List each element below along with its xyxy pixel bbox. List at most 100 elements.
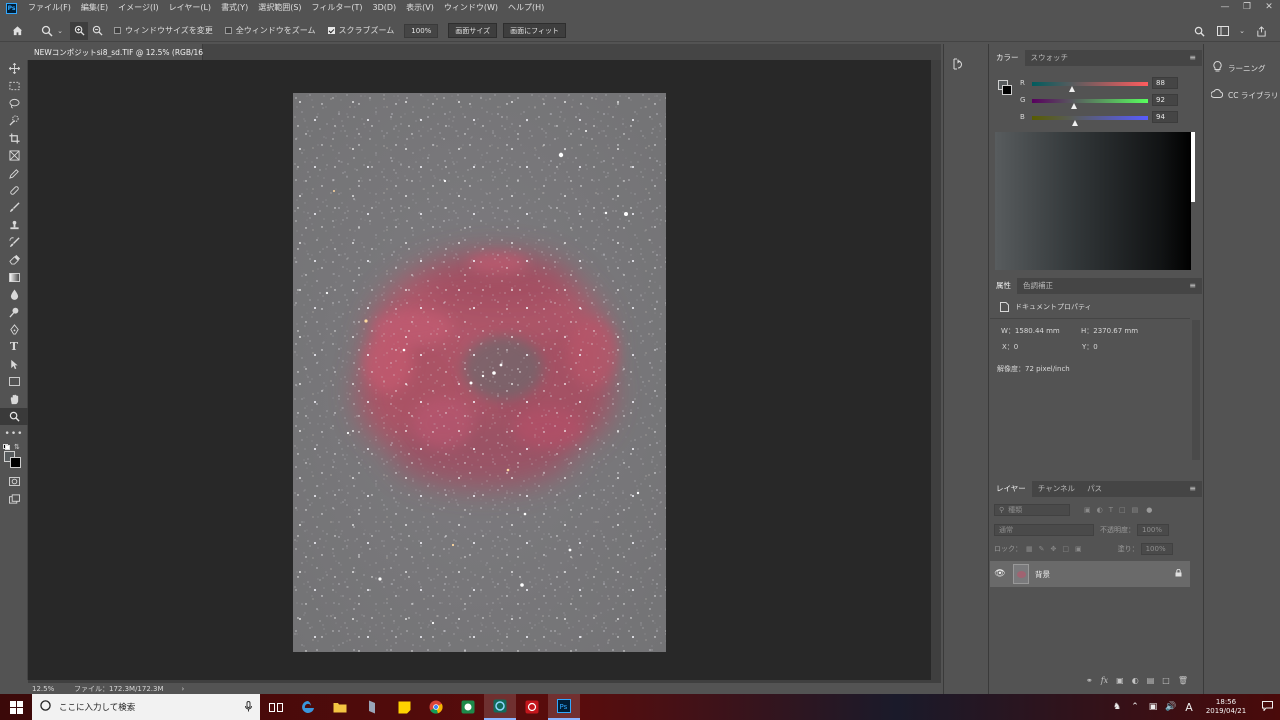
- properties-scrollbar[interactable]: [1192, 320, 1200, 460]
- scrubby-zoom-checkbox[interactable]: スクラブズーム: [327, 25, 394, 36]
- status-menu-arrow-icon[interactable]: ›: [182, 685, 185, 693]
- menu-type[interactable]: 書式(Y): [216, 0, 253, 16]
- fit-canvas-button[interactable]: 画面サイズ: [448, 23, 498, 38]
- learn-button[interactable]: ラーニング: [1210, 60, 1266, 75]
- crop-tool-icon[interactable]: [0, 130, 28, 147]
- fill-field[interactable]: 100%: [1140, 543, 1173, 555]
- zoom-tool-icon[interactable]: [0, 407, 28, 426]
- edge-browser-icon[interactable]: [292, 694, 324, 720]
- file-explorer-icon[interactable]: [324, 694, 356, 720]
- color-panel-background-swatch[interactable]: [1002, 85, 1012, 95]
- notification-icon[interactable]: [1254, 700, 1280, 714]
- people-icon[interactable]: ♞: [1108, 702, 1126, 712]
- type-tool-icon[interactable]: T: [0, 338, 28, 355]
- dodge-tool-icon[interactable]: [0, 303, 28, 320]
- volume-icon[interactable]: 🔊: [1162, 702, 1180, 712]
- zoom-percent-field[interactable]: 100%: [404, 23, 439, 38]
- blue-slider-track[interactable]: [1032, 116, 1148, 120]
- properties-menu-icon[interactable]: ≡: [1189, 281, 1196, 290]
- layer-row-background[interactable]: 👁 背景: [990, 561, 1190, 587]
- menu-layer[interactable]: レイヤー(L): [164, 0, 216, 16]
- red-slider-thumb[interactable]: [1069, 86, 1076, 92]
- chevron-down-icon[interactable]: ⌄: [56, 22, 64, 40]
- search-icon[interactable]: [1190, 22, 1208, 40]
- scrubby-zoom-box[interactable]: [327, 27, 335, 34]
- more-tools-icon[interactable]: •••: [0, 425, 28, 442]
- brush-tool-icon[interactable]: [0, 199, 28, 216]
- menu-edit[interactable]: 編集(E): [76, 0, 113, 16]
- layer-style-icon[interactable]: fx: [1101, 676, 1108, 688]
- green-app-icon[interactable]: [452, 694, 484, 720]
- filter-toggle-icon[interactable]: ●: [1146, 506, 1152, 514]
- tray-chevron-icon[interactable]: ⌃: [1126, 702, 1144, 712]
- lock-icons[interactable]: ▦✎✥□▣: [1026, 545, 1088, 553]
- menu-view[interactable]: 表示(V): [401, 0, 439, 16]
- tab-adjustments[interactable]: 色調補正: [1017, 278, 1059, 294]
- vertical-scrollbar[interactable]: [931, 60, 941, 680]
- document-tab[interactable]: NEWコンポジットsi8_sd.TIF @ 12.5% (RGB/16) ×: [28, 44, 219, 60]
- canvas-area[interactable]: [28, 60, 931, 680]
- default-colors-icon[interactable]: [3, 443, 10, 450]
- blue-value-field[interactable]: 94: [1152, 111, 1178, 123]
- zoom-out-icon[interactable]: [88, 22, 106, 40]
- red-app-icon[interactable]: [516, 694, 548, 720]
- pen-tool-icon[interactable]: [0, 321, 28, 338]
- green-value-field[interactable]: 92: [1152, 94, 1178, 106]
- menu-file[interactable]: ファイル(F): [23, 0, 76, 16]
- tab-properties[interactable]: 属性: [990, 278, 1017, 294]
- blend-mode-select[interactable]: 通常: [994, 524, 1094, 536]
- screen-mode-icon[interactable]: [0, 490, 28, 507]
- visibility-eye-icon[interactable]: 👁: [990, 569, 1010, 579]
- lasso-tool-icon[interactable]: [0, 95, 28, 112]
- gradient-tool-icon[interactable]: [0, 269, 28, 286]
- tab-paths[interactable]: パス: [1081, 481, 1108, 497]
- red-value-field[interactable]: 88: [1152, 77, 1178, 89]
- layer-filter-icons[interactable]: ▣◐T□▤: [1084, 506, 1144, 514]
- taskbar-clock[interactable]: 18:56 2019/04/21: [1198, 698, 1254, 716]
- add-mask-icon[interactable]: ▣: [1116, 676, 1124, 688]
- green-slider-thumb[interactable]: [1070, 103, 1077, 109]
- chrome-icon[interactable]: [420, 694, 452, 720]
- zoom-all-windows-box[interactable]: [224, 27, 232, 34]
- home-icon[interactable]: [8, 22, 26, 40]
- menu-window[interactable]: ウィンドウ(W): [439, 0, 503, 16]
- menu-help[interactable]: ヘルプ(H): [503, 0, 549, 16]
- clone-stamp-tool-icon[interactable]: [0, 217, 28, 234]
- photoshop-taskbar-icon[interactable]: Ps: [548, 694, 580, 720]
- eyedropper-tool-icon[interactable]: [0, 164, 28, 181]
- red-slider-track[interactable]: [1032, 82, 1148, 86]
- color-swatches[interactable]: ⇅: [0, 443, 28, 473]
- fill-screen-button[interactable]: 画面にフィット: [503, 23, 566, 38]
- close-icon[interactable]: ✕: [1258, 0, 1280, 14]
- ime-indicator[interactable]: A: [1180, 701, 1198, 714]
- microphone-icon[interactable]: [245, 701, 252, 715]
- rectangle-tool-icon[interactable]: [0, 373, 28, 390]
- minimize-icon[interactable]: —: [1214, 0, 1236, 14]
- zoom-in-icon[interactable]: [70, 21, 88, 40]
- healing-brush-tool-icon[interactable]: [0, 182, 28, 199]
- quick-selection-tool-icon[interactable]: [0, 112, 28, 129]
- link-layers-icon[interactable]: ⚭: [1086, 676, 1093, 688]
- blue-slider-thumb[interactable]: [1071, 120, 1078, 126]
- delete-layer-icon[interactable]: 🗑: [1178, 676, 1188, 688]
- menu-image[interactable]: イメージ(I): [113, 0, 163, 16]
- path-selection-tool-icon[interactable]: [0, 356, 28, 373]
- frame-tool-icon[interactable]: [0, 147, 28, 164]
- opacity-field[interactable]: 100%: [1137, 524, 1169, 536]
- background-color-swatch[interactable]: [10, 456, 21, 468]
- color-ramp-white-bar[interactable]: [1191, 132, 1195, 202]
- history-icon[interactable]: [952, 58, 966, 72]
- new-group-icon[interactable]: ▤: [1147, 676, 1155, 688]
- restore-icon[interactable]: ❐: [1236, 0, 1258, 14]
- layer-kind-filter[interactable]: ⚲ 種類: [994, 504, 1070, 516]
- marquee-tool-icon[interactable]: [0, 77, 28, 94]
- workspace-chevron-icon[interactable]: ⌄: [1238, 22, 1246, 40]
- tab-color[interactable]: カラー: [990, 50, 1025, 66]
- hand-tool-icon[interactable]: [0, 390, 28, 407]
- network-icon[interactable]: ▣: [1144, 702, 1162, 712]
- move-tool-icon[interactable]: [0, 60, 28, 77]
- task-view-icon[interactable]: [260, 694, 292, 720]
- swap-colors-icon[interactable]: ⇅: [14, 443, 20, 451]
- resize-windows-checkbox[interactable]: ウィンドウサイズを変更: [114, 25, 213, 36]
- history-brush-tool-icon[interactable]: [0, 234, 28, 251]
